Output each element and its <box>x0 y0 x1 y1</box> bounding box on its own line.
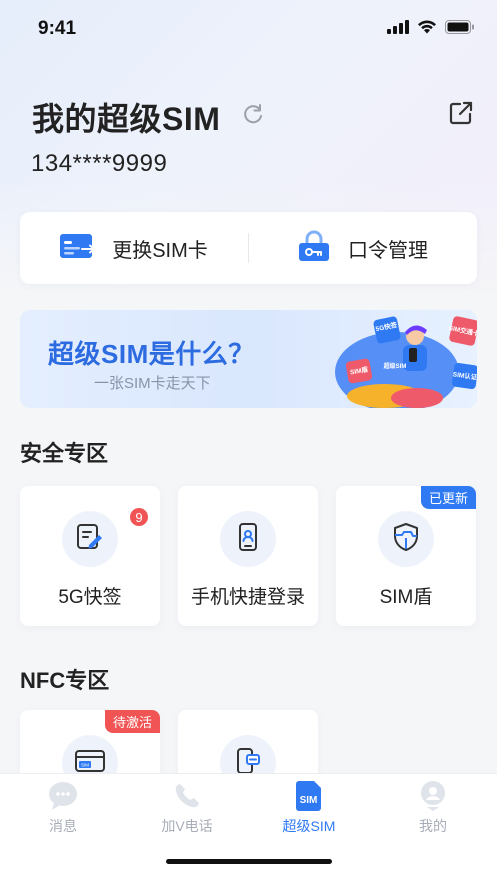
password-management-label: 口令管理 <box>348 239 428 262</box>
sim-icon-text: SIM <box>300 795 318 806</box>
art-label-shirt: 超级SIM <box>383 362 407 370</box>
security-section-title: 安全专区 <box>20 441 109 466</box>
nav-label-super-sim: 超级SIM <box>282 818 336 834</box>
status-icons <box>387 20 475 39</box>
tile-label: SIM盾 <box>379 587 433 608</box>
phone-login-icon <box>233 522 263 557</box>
tile-icon-circle <box>220 511 276 567</box>
nfc-section-title: NFC专区 <box>20 668 110 693</box>
bottom-nav: 消息 加V电话 SIM 超级SIM 我的 <box>0 773 497 883</box>
message-icon <box>47 780 79 812</box>
password-management-button[interactable]: 口令管理 <box>249 212 477 284</box>
profile-icon <box>417 780 449 812</box>
tile-icon-circle <box>62 511 118 567</box>
phone-icon <box>171 780 203 812</box>
nav-label-profile: 我的 <box>419 818 447 834</box>
phone-number: 134****9999 <box>31 150 168 177</box>
tile-phone-quick-login[interactable]: 手机快捷登录 <box>178 486 318 626</box>
banner-title: 超级SIM是什么？ <box>48 339 255 369</box>
nav-item-super-sim[interactable]: SIM 超级SIM <box>264 780 354 840</box>
updated-tag: 已更新 <box>420 486 476 509</box>
sim-card-icon <box>60 233 96 264</box>
page-title: 我的超级SIM <box>32 101 221 137</box>
sim-icon: SIM <box>293 780 325 812</box>
nfc-card-text: SIM <box>81 762 89 767</box>
battery-icon <box>445 20 475 39</box>
quick-actions-card: 更换SIM卡 口令管理 <box>20 212 477 284</box>
pending-activation-tag: 待激活 <box>104 710 160 733</box>
share-icon[interactable] <box>447 99 475 127</box>
nav-label-messages: 消息 <box>49 818 77 834</box>
tile-label: 5G快签 <box>58 587 122 608</box>
status-bar: 9:41 <box>0 0 497 60</box>
home-indicator[interactable] <box>166 859 332 864</box>
nav-item-profile[interactable]: 我的 <box>388 780 478 840</box>
banner-illustration: 5G快签 SIM交通卡 SIM盾 SIM认证 超级SIM <box>335 316 477 408</box>
nav-item-v-phone[interactable]: 加V电话 <box>142 780 232 840</box>
nav-label-v-phone: 加V电话 <box>161 818 213 834</box>
wifi-icon <box>417 20 437 39</box>
status-time: 9:41 <box>38 18 77 39</box>
lock-key-icon <box>298 230 330 267</box>
sign-pen-icon <box>75 522 105 557</box>
tile-icon-circle <box>378 511 434 567</box>
tile-label: 手机快捷登录 <box>190 587 305 608</box>
change-sim-button[interactable]: 更换SIM卡 <box>20 212 248 284</box>
tile-sim-shield[interactable]: 已更新 SIM盾 <box>336 486 476 626</box>
shield-icon <box>391 522 421 557</box>
what-is-super-sim-banner[interactable]: 超级SIM是什么？ 一张SIM卡走天下 5G快签 SIM交通卡 SIM盾 SIM… <box>20 310 477 408</box>
tile-5g-quick-sign[interactable]: 9 5G快签 <box>20 486 160 626</box>
banner-subtitle: 一张SIM卡走天下 <box>94 375 211 392</box>
notification-badge: 9 <box>128 506 150 528</box>
change-sim-label: 更换SIM卡 <box>112 239 208 262</box>
refresh-icon[interactable] <box>240 101 266 127</box>
signal-icon <box>387 20 409 39</box>
nav-item-messages[interactable]: 消息 <box>18 780 108 840</box>
